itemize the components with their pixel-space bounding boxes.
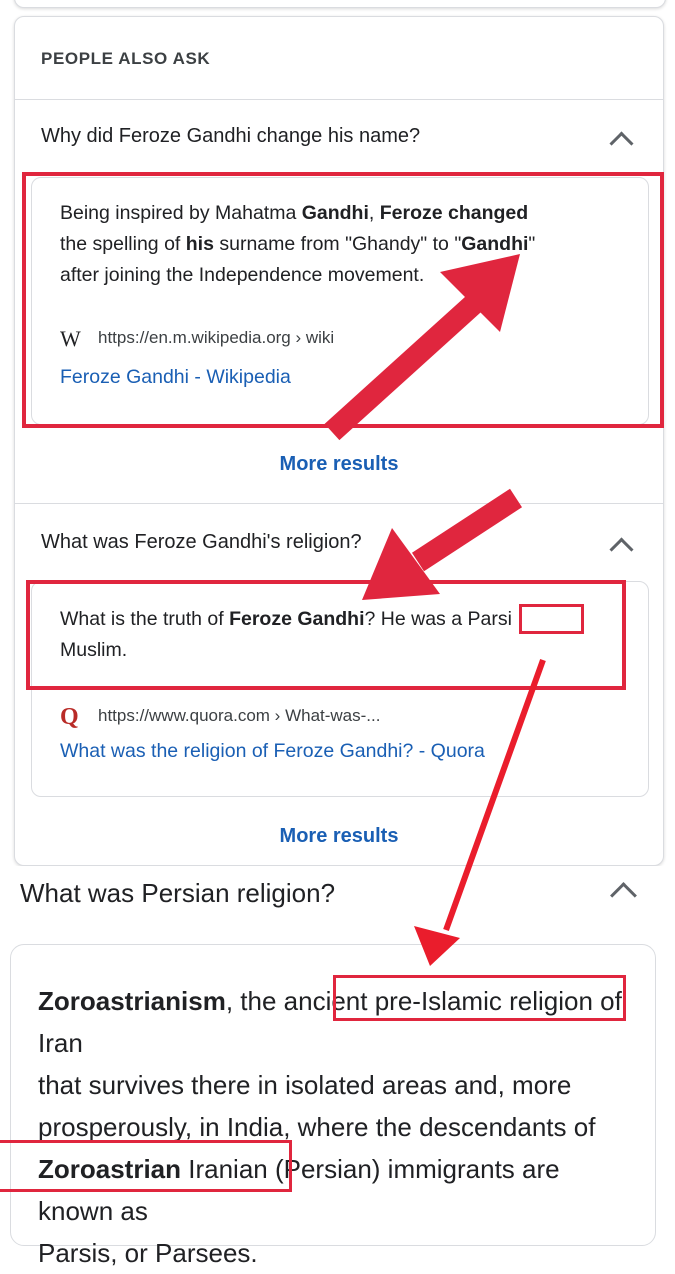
- red-arrow: [362, 488, 523, 600]
- annotation-arrows: [324, 254, 546, 966]
- red-arrow: [414, 658, 546, 966]
- red-arrow: [324, 254, 520, 441]
